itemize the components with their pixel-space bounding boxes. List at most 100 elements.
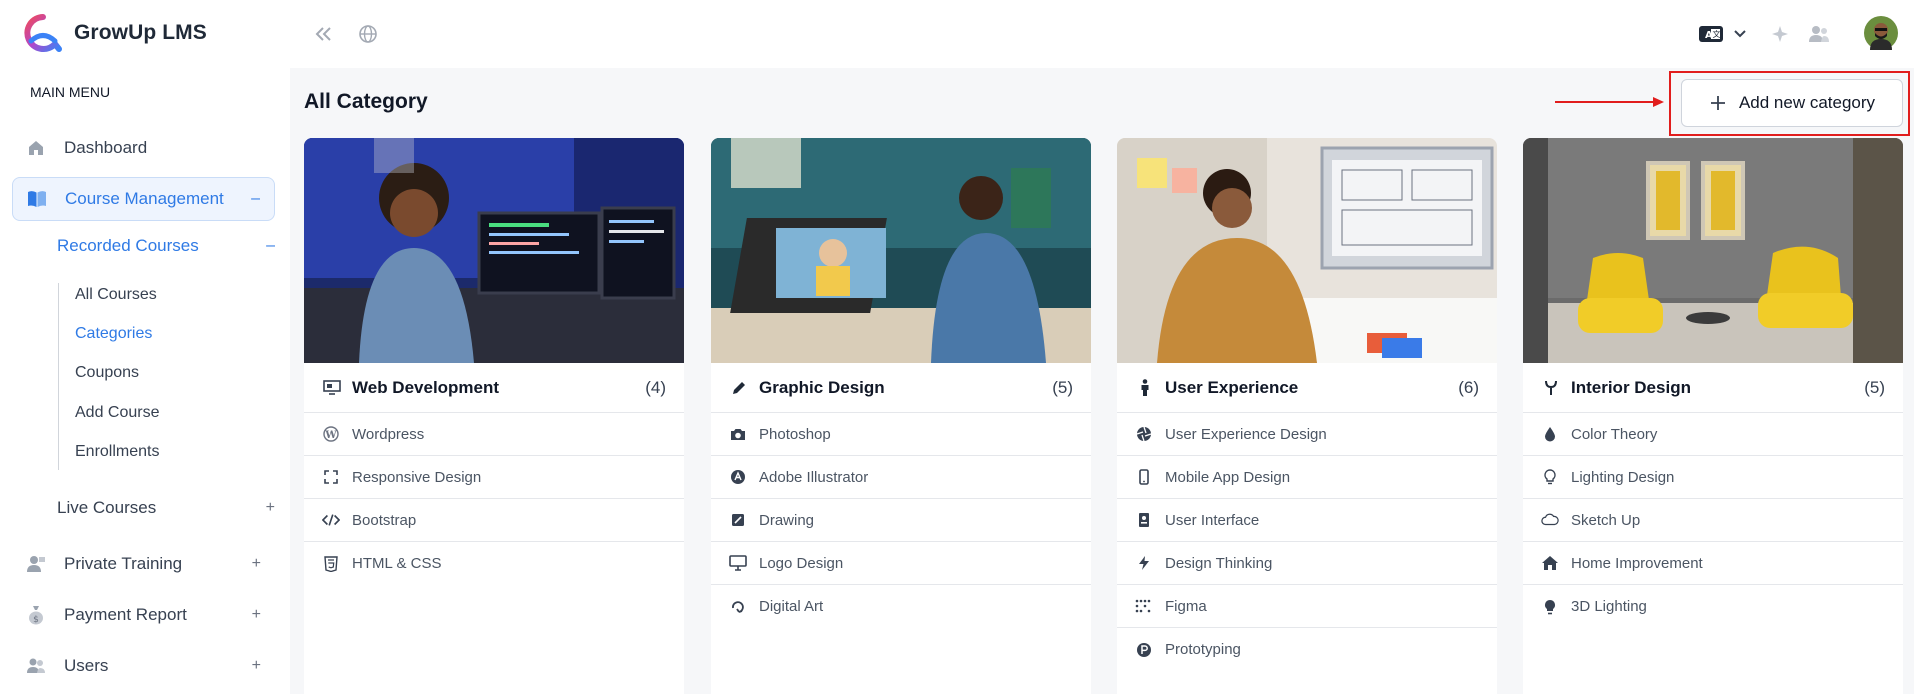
user-switch-icon[interactable]: [1805, 20, 1833, 48]
subcategory-row[interactable]: Digital Art: [711, 585, 1091, 628]
subcategory-row[interactable]: Photoshop: [711, 413, 1091, 456]
svg-text:$: $: [33, 615, 39, 625]
subcategory-label: Logo Design: [759, 554, 844, 572]
sidebar-item-users[interactable]: Users +: [12, 644, 275, 688]
category-card-user-experience[interactable]: User Experience (6) User Experience Desi…: [1117, 138, 1497, 694]
subcategory-label: 3D Lighting: [1571, 598, 1647, 615]
monitor-icon: [729, 554, 747, 572]
subcategory-row[interactable]: 3D Lighting: [1523, 585, 1903, 628]
html5-icon: [322, 555, 340, 573]
expand-toggle[interactable]: +: [252, 606, 261, 624]
subcategory-row[interactable]: Color Theory: [1523, 413, 1903, 456]
category-header: User Experience (6): [1117, 363, 1497, 413]
subcategory-label: Wordpress: [352, 425, 425, 443]
sidebar-item-add-course[interactable]: Add Course: [75, 399, 160, 427]
house-icon: [1541, 554, 1559, 572]
category-card-graphic-design[interactable]: Graphic Design (5) Photoshop Adobe Illus…: [711, 138, 1091, 694]
avatar[interactable]: [1864, 16, 1898, 50]
subcategory-row[interactable]: Mobile App Design: [1117, 456, 1497, 499]
subcategory-label: Mobile App Design: [1165, 468, 1291, 486]
person-icon: [1135, 378, 1155, 398]
subcategory-row[interactable]: User Experience Design: [1117, 413, 1497, 456]
sidebar-item-recorded-courses[interactable]: Recorded Courses –: [57, 230, 275, 262]
sidebar-item-course-management[interactable]: Course Management –: [12, 177, 275, 221]
chevron-down-icon[interactable]: [1726, 20, 1754, 48]
subcategory-row[interactable]: Responsive Design: [304, 456, 684, 499]
subcategory-row[interactable]: Home Improvement: [1523, 542, 1903, 585]
sidebar-item-enrollments[interactable]: Enrollments: [75, 438, 159, 466]
app-logo[interactable]: GrowUp LMS: [22, 14, 207, 52]
subcategory-label: Sketch Up: [1571, 511, 1641, 529]
sidebar-item-payment-report[interactable]: $ Payment Report +: [12, 593, 275, 637]
expand-toggle[interactable]: +: [252, 555, 261, 573]
subcategory-label: Responsive Design: [352, 468, 482, 486]
y-fork-icon: [1541, 378, 1561, 398]
lightbulb-outline-icon: [1541, 468, 1559, 486]
mobile-icon: [1135, 468, 1153, 486]
subcategory-row[interactable]: Adobe Illustrator: [711, 456, 1091, 499]
sidebar-item-categories[interactable]: Categories: [75, 320, 152, 348]
subcategory-label: Adobe Illustrator: [759, 468, 869, 486]
product-hunt-icon: [1135, 641, 1153, 659]
plus-icon: [1710, 96, 1725, 110]
sidebar-item-all-courses[interactable]: All Courses: [75, 281, 157, 309]
main-menu-label: MAIN MENU: [30, 84, 111, 100]
category-header: Graphic Design (5): [711, 363, 1091, 413]
subcategory-row[interactable]: User Interface: [1117, 499, 1497, 542]
subcategory-label: Drawing: [759, 511, 815, 529]
subcategory-row[interactable]: Drawing: [711, 499, 1091, 542]
camera-icon: [729, 425, 747, 443]
course-count: (6): [1458, 377, 1479, 397]
sidebar-item-label: Payment Report: [64, 605, 187, 624]
globe-icon[interactable]: [354, 20, 382, 48]
category-header: Interior Design (5): [1523, 363, 1903, 413]
drawing-icon: [729, 511, 747, 529]
home-icon: [26, 138, 46, 158]
book-icon: [27, 189, 47, 209]
collapse-toggle[interactable]: –: [251, 190, 260, 208]
subcategory-row[interactable]: Bootstrap: [304, 499, 684, 542]
sparkle-icon[interactable]: [1766, 20, 1794, 48]
subcategory-row[interactable]: HTML & CSS: [304, 542, 684, 585]
category-header: Web Development (4): [304, 363, 684, 413]
subcategory-row[interactable]: Figma: [1117, 585, 1497, 628]
category-title: Interior Design: [1571, 377, 1691, 397]
subcategory-label: Home Improvement: [1571, 554, 1703, 572]
sidebar-item-coupons[interactable]: Coupons: [75, 359, 139, 387]
designer-at-tablet-photo: [711, 138, 1091, 363]
subcategory-row[interactable]: W Wordpress: [304, 413, 684, 456]
subcategory-label: Photoshop: [759, 425, 831, 443]
logo-icon: [24, 14, 62, 52]
sidebar-item-label: Course Management: [65, 189, 224, 208]
category-card-web-development[interactable]: Web Development (4) W Wordpress Responsi…: [304, 138, 684, 694]
sidebar-item-live-courses[interactable]: Live Courses +: [57, 492, 275, 524]
category-card-interior-design[interactable]: Interior Design (5) Color Theory Lightin…: [1523, 138, 1903, 694]
subcategory-label: Figma: [1165, 597, 1207, 615]
expand-toggle[interactable]: +: [266, 499, 275, 517]
trainer-icon: [26, 554, 46, 574]
subcategory-label: Digital Art: [759, 598, 824, 615]
page-title: All Category: [304, 90, 428, 113]
subcategory-label: Prototyping: [1165, 641, 1241, 658]
add-new-category-button[interactable]: Add new category: [1681, 79, 1903, 127]
sidebar-item-private-training[interactable]: Private Training +: [12, 542, 275, 586]
sidebar-item-label: Live Courses: [57, 498, 157, 517]
subcategory-row[interactable]: Lighting Design: [1523, 456, 1903, 499]
subcategory-row[interactable]: Sketch Up: [1523, 499, 1903, 542]
subcategory-row[interactable]: Prototyping: [1117, 628, 1497, 671]
topbar: A文: [290, 0, 1914, 68]
add-new-category-label: Add new category: [1738, 93, 1876, 112]
collapse-sidebar-icon[interactable]: [310, 20, 338, 48]
subcategory-row[interactable]: Logo Design: [711, 542, 1091, 585]
annotation-arrow-icon: [1555, 97, 1664, 107]
expand-toggle[interactable]: +: [252, 657, 261, 675]
collapse-toggle[interactable]: –: [266, 237, 275, 255]
sidebar-item-label: Users: [64, 656, 109, 675]
subcategory-row[interactable]: Design Thinking: [1117, 542, 1497, 585]
language-icon[interactable]: A文: [1696, 20, 1726, 48]
code-icon: [322, 511, 340, 529]
subcategory-label: Lighting Design: [1571, 468, 1675, 486]
sidebar-item-dashboard[interactable]: Dashboard: [12, 126, 275, 170]
sidebar-item-label: Dashboard: [64, 138, 148, 157]
wordpress-icon: W: [322, 425, 340, 443]
